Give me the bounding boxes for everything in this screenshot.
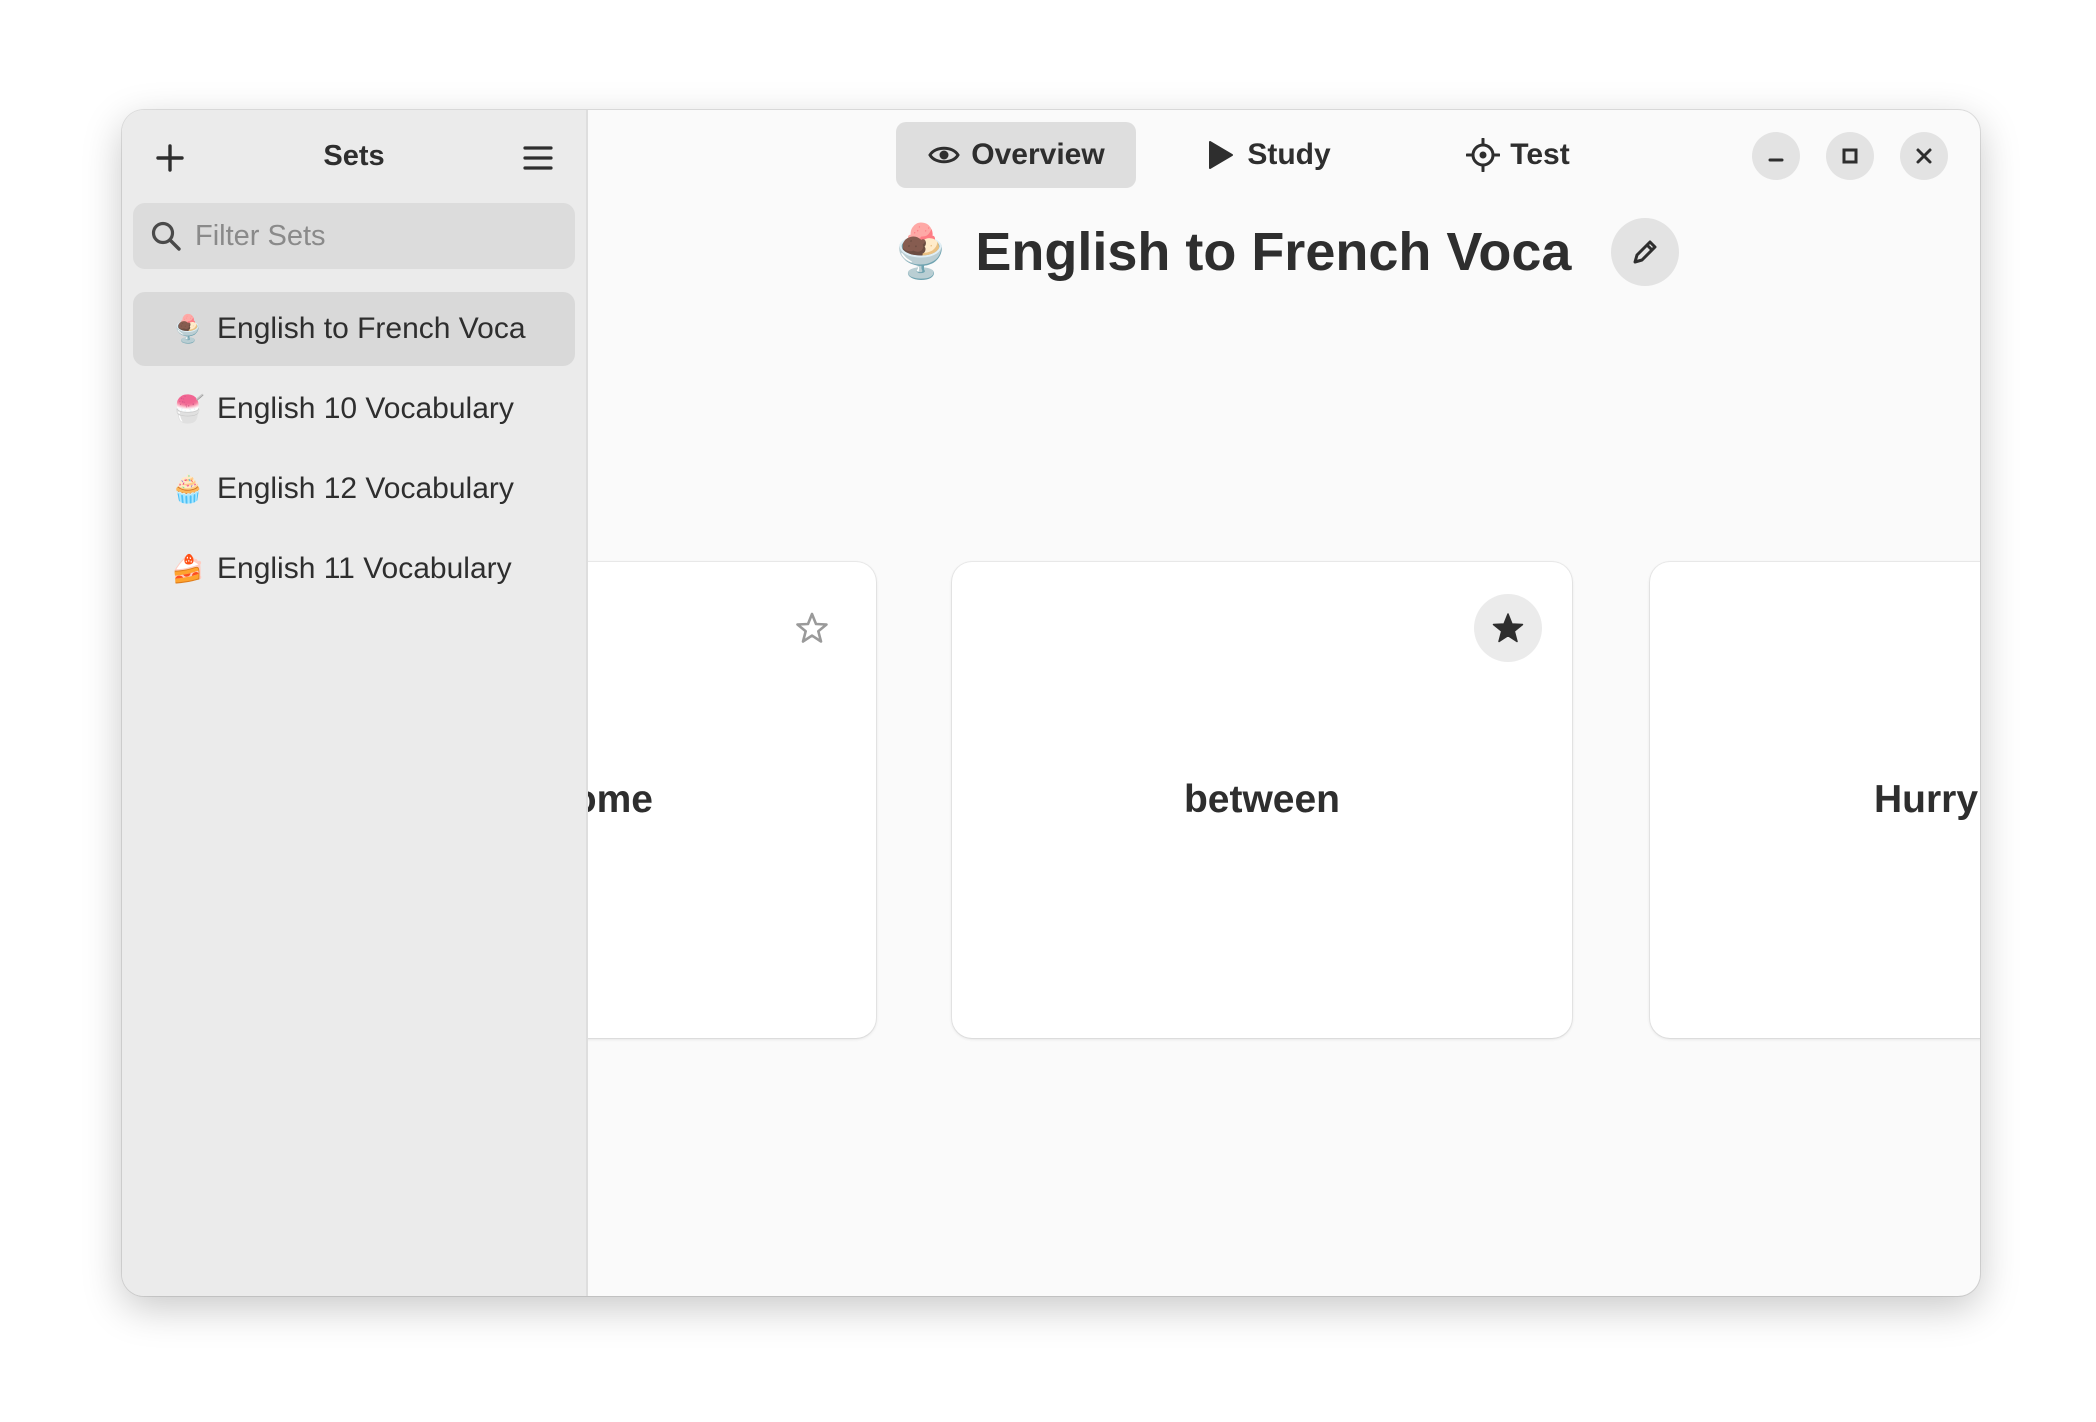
flashcard[interactable]: Hurry [1650, 562, 1980, 1038]
set-item[interactable]: 🍧 English 10 Vocabulary [133, 372, 575, 446]
page-title: English to French Voca [975, 222, 1572, 282]
tab-overview[interactable]: Overview [896, 122, 1136, 188]
maximize-button[interactable] [1826, 132, 1874, 180]
flashcard-term: Hurry [1874, 778, 1979, 821]
tab-test[interactable]: Test [1398, 122, 1638, 188]
minimize-icon [1768, 158, 1784, 162]
set-emoji-icon: 🍧 [171, 393, 205, 424]
tab-test-label: Test [1510, 138, 1570, 171]
set-emoji-icon: 🧁 [171, 473, 205, 504]
close-button[interactable] [1900, 132, 1948, 180]
search-icon [149, 219, 183, 253]
close-icon [1916, 148, 1932, 164]
tab-overview-label: Overview [971, 138, 1105, 171]
plus-icon [156, 144, 184, 172]
set-emoji-icon: 🍨 [171, 313, 205, 344]
tab-study[interactable]: Study [1136, 122, 1398, 188]
minimize-button[interactable] [1752, 132, 1800, 180]
set-item-label: English 10 Vocabulary [217, 392, 514, 425]
star-button[interactable] [1474, 594, 1542, 662]
set-item-label: English 11 Vocabulary [217, 552, 512, 585]
flashcard[interactable]: between [952, 562, 1572, 1038]
pencil-icon [1633, 240, 1657, 264]
set-header: 🍨 English to French Voca [588, 218, 1980, 286]
target-icon [1466, 138, 1501, 172]
tab-study-label: Study [1247, 138, 1331, 171]
play-icon [1203, 138, 1237, 172]
set-list: 🍨 English to French Voca 🍧 English 10 Vo… [133, 292, 575, 612]
star-outline-icon [796, 612, 828, 643]
app-window: Sets 🍨 [122, 110, 1980, 1296]
add-set-button[interactable] [146, 134, 194, 182]
view-switcher: Overview Study Test [896, 122, 1638, 188]
hamburger-menu-icon [523, 146, 553, 170]
maximize-icon [1842, 148, 1858, 164]
eye-icon [927, 138, 961, 172]
set-emoji-icon: 🍨 [888, 223, 954, 281]
set-item[interactable]: 🍨 English to French Voca [133, 292, 575, 366]
set-emoji-icon: 🍰 [171, 553, 205, 584]
star-filled-icon [1492, 613, 1524, 643]
main-menu-button[interactable] [514, 134, 562, 182]
set-item[interactable]: 🍰 English 11 Vocabulary [133, 532, 575, 606]
sidebar-header: Sets [122, 110, 586, 202]
filter-sets-input[interactable] [193, 218, 557, 254]
edit-set-button[interactable] [1611, 218, 1680, 286]
set-item-label: English 12 Vocabulary [217, 472, 514, 505]
set-item[interactable]: 🧁 English 12 Vocabulary [133, 452, 575, 526]
main-content: Overview Study Test 🍨 English to French … [588, 110, 1980, 1296]
flashcard[interactable]: awesome [588, 562, 876, 1038]
sidebar: Sets 🍨 [122, 110, 588, 1296]
set-item-label: English to French Voca [217, 312, 526, 345]
filter-sets-search[interactable] [133, 203, 575, 269]
star-button[interactable] [778, 594, 846, 662]
